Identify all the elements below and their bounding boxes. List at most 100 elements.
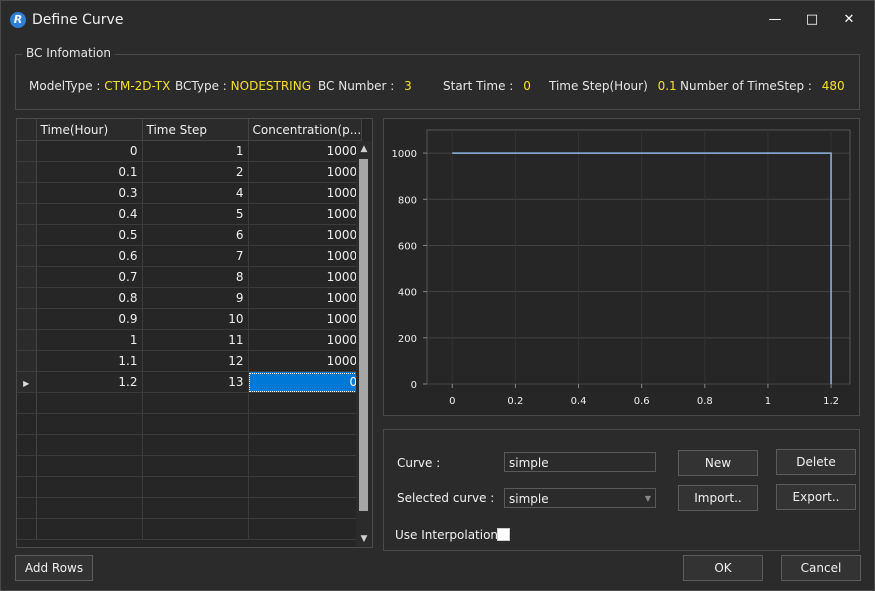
ok-button[interactable]: OK bbox=[683, 555, 763, 581]
delete-button[interactable]: Delete bbox=[776, 449, 856, 475]
import-button[interactable]: Import.. bbox=[678, 485, 758, 511]
selected-curve-select[interactable]: simple ▼ bbox=[504, 488, 656, 508]
empty-row[interactable] bbox=[17, 455, 363, 477]
row-header[interactable] bbox=[17, 245, 37, 267]
cell-timestep[interactable]: 6 bbox=[142, 224, 249, 246]
cell-concentration[interactable]: 1000 bbox=[248, 224, 363, 246]
cell-timestep[interactable]: 8 bbox=[142, 266, 249, 288]
cell-timestep[interactable]: 4 bbox=[142, 182, 249, 204]
empty-cell[interactable] bbox=[142, 497, 249, 519]
empty-cell[interactable] bbox=[142, 476, 249, 498]
table-row[interactable]: 1.1 12 1000 bbox=[17, 350, 363, 372]
row-header[interactable] bbox=[17, 161, 37, 183]
row-header[interactable] bbox=[17, 224, 37, 246]
empty-cell[interactable] bbox=[36, 434, 143, 456]
cell-concentration[interactable]: 1000 bbox=[248, 308, 363, 330]
row-header[interactable] bbox=[17, 455, 37, 477]
empty-cell[interactable] bbox=[36, 392, 143, 414]
cell-concentration[interactable]: 1000 bbox=[248, 140, 363, 162]
column-header-time[interactable]: Time(Hour) bbox=[36, 119, 143, 141]
table-row[interactable]: 0.7 8 1000 bbox=[17, 266, 363, 288]
add-rows-button[interactable]: Add Rows bbox=[15, 555, 93, 581]
empty-cell[interactable] bbox=[36, 476, 143, 498]
cell-time[interactable]: 1 bbox=[36, 329, 143, 351]
close-icon[interactable]: ✕ bbox=[835, 9, 863, 31]
row-header[interactable] bbox=[17, 308, 37, 330]
empty-cell[interactable] bbox=[248, 476, 363, 498]
cell-time[interactable]: 0.9 bbox=[36, 308, 143, 330]
cell-timestep[interactable]: 5 bbox=[142, 203, 249, 225]
cancel-button[interactable]: Cancel bbox=[781, 555, 861, 581]
cell-time[interactable]: 1.1 bbox=[36, 350, 143, 372]
scroll-down-icon[interactable]: ▼ bbox=[356, 531, 372, 547]
empty-row[interactable] bbox=[17, 413, 363, 435]
empty-row[interactable] bbox=[17, 497, 363, 519]
export-button[interactable]: Export.. bbox=[776, 484, 856, 510]
table-row[interactable]: 0 1 1000 bbox=[17, 140, 363, 162]
cell-time[interactable]: 0.7 bbox=[36, 266, 143, 288]
table-row[interactable]: 0.3 4 1000 bbox=[17, 182, 363, 204]
empty-cell[interactable] bbox=[248, 497, 363, 519]
use-interpolation-checkbox[interactable] bbox=[497, 528, 510, 541]
maximize-icon[interactable]: □ bbox=[798, 9, 826, 31]
row-header[interactable] bbox=[17, 434, 37, 456]
cell-concentration[interactable]: 1000 bbox=[248, 161, 363, 183]
cell-time[interactable]: 0.3 bbox=[36, 182, 143, 204]
cell-timestep[interactable]: 13 bbox=[142, 371, 249, 393]
row-header[interactable] bbox=[17, 518, 37, 540]
column-header-timestep[interactable]: Time Step bbox=[142, 119, 249, 141]
empty-cell[interactable] bbox=[142, 434, 249, 456]
row-header[interactable] bbox=[17, 476, 37, 498]
empty-cell[interactable] bbox=[142, 455, 249, 477]
empty-row[interactable] bbox=[17, 476, 363, 498]
column-header-concentration[interactable]: Concentration(p... bbox=[248, 119, 363, 141]
cell-concentration[interactable]: 1000 bbox=[248, 329, 363, 351]
cell-time[interactable]: 0.8 bbox=[36, 287, 143, 309]
cell-concentration[interactable]: 1000 bbox=[248, 182, 363, 204]
table-row[interactable]: ▶ 1.2 13 0 bbox=[17, 371, 363, 393]
empty-cell[interactable] bbox=[142, 392, 249, 414]
empty-cell[interactable] bbox=[248, 518, 363, 540]
row-header[interactable] bbox=[17, 497, 37, 519]
row-header[interactable] bbox=[17, 392, 37, 414]
new-button[interactable]: New bbox=[678, 450, 758, 476]
empty-cell[interactable] bbox=[248, 392, 363, 414]
cell-time[interactable]: 0 bbox=[36, 140, 143, 162]
cell-time[interactable]: 0.4 bbox=[36, 203, 143, 225]
empty-cell[interactable] bbox=[248, 434, 363, 456]
cell-concentration[interactable]: 1000 bbox=[248, 350, 363, 372]
empty-row[interactable] bbox=[17, 434, 363, 456]
cell-concentration[interactable]: 0 bbox=[248, 371, 363, 393]
empty-cell[interactable] bbox=[248, 413, 363, 435]
table-row[interactable]: 0.5 6 1000 bbox=[17, 224, 363, 246]
grid-vertical-scrollbar[interactable]: ▲ ▼ bbox=[356, 141, 372, 547]
row-header[interactable] bbox=[17, 182, 37, 204]
cell-timestep[interactable]: 1 bbox=[142, 140, 249, 162]
row-header[interactable] bbox=[17, 287, 37, 309]
table-row[interactable]: 0.6 7 1000 bbox=[17, 245, 363, 267]
cell-time[interactable]: 0.1 bbox=[36, 161, 143, 183]
table-row[interactable]: 0.8 9 1000 bbox=[17, 287, 363, 309]
cell-time[interactable]: 0.6 bbox=[36, 245, 143, 267]
empty-cell[interactable] bbox=[248, 455, 363, 477]
curve-name-input[interactable]: simple bbox=[504, 452, 656, 472]
row-header[interactable] bbox=[17, 266, 37, 288]
empty-row[interactable] bbox=[17, 518, 363, 540]
cell-concentration[interactable]: 1000 bbox=[248, 203, 363, 225]
cell-time[interactable]: 1.2 bbox=[36, 371, 143, 393]
cell-timestep[interactable]: 2 bbox=[142, 161, 249, 183]
table-row[interactable]: 0.1 2 1000 bbox=[17, 161, 363, 183]
empty-cell[interactable] bbox=[36, 455, 143, 477]
scroll-up-icon[interactable]: ▲ bbox=[356, 141, 372, 157]
scroll-thumb[interactable] bbox=[359, 159, 368, 511]
cell-timestep[interactable]: 9 bbox=[142, 287, 249, 309]
table-row[interactable]: 1 11 1000 bbox=[17, 329, 363, 351]
cell-concentration[interactable]: 1000 bbox=[248, 287, 363, 309]
cell-timestep[interactable]: 12 bbox=[142, 350, 249, 372]
empty-cell[interactable] bbox=[142, 413, 249, 435]
table-row[interactable]: 0.9 10 1000 bbox=[17, 308, 363, 330]
empty-cell[interactable] bbox=[142, 518, 249, 540]
empty-cell[interactable] bbox=[36, 518, 143, 540]
cell-timestep[interactable]: 10 bbox=[142, 308, 249, 330]
empty-row[interactable] bbox=[17, 392, 363, 414]
